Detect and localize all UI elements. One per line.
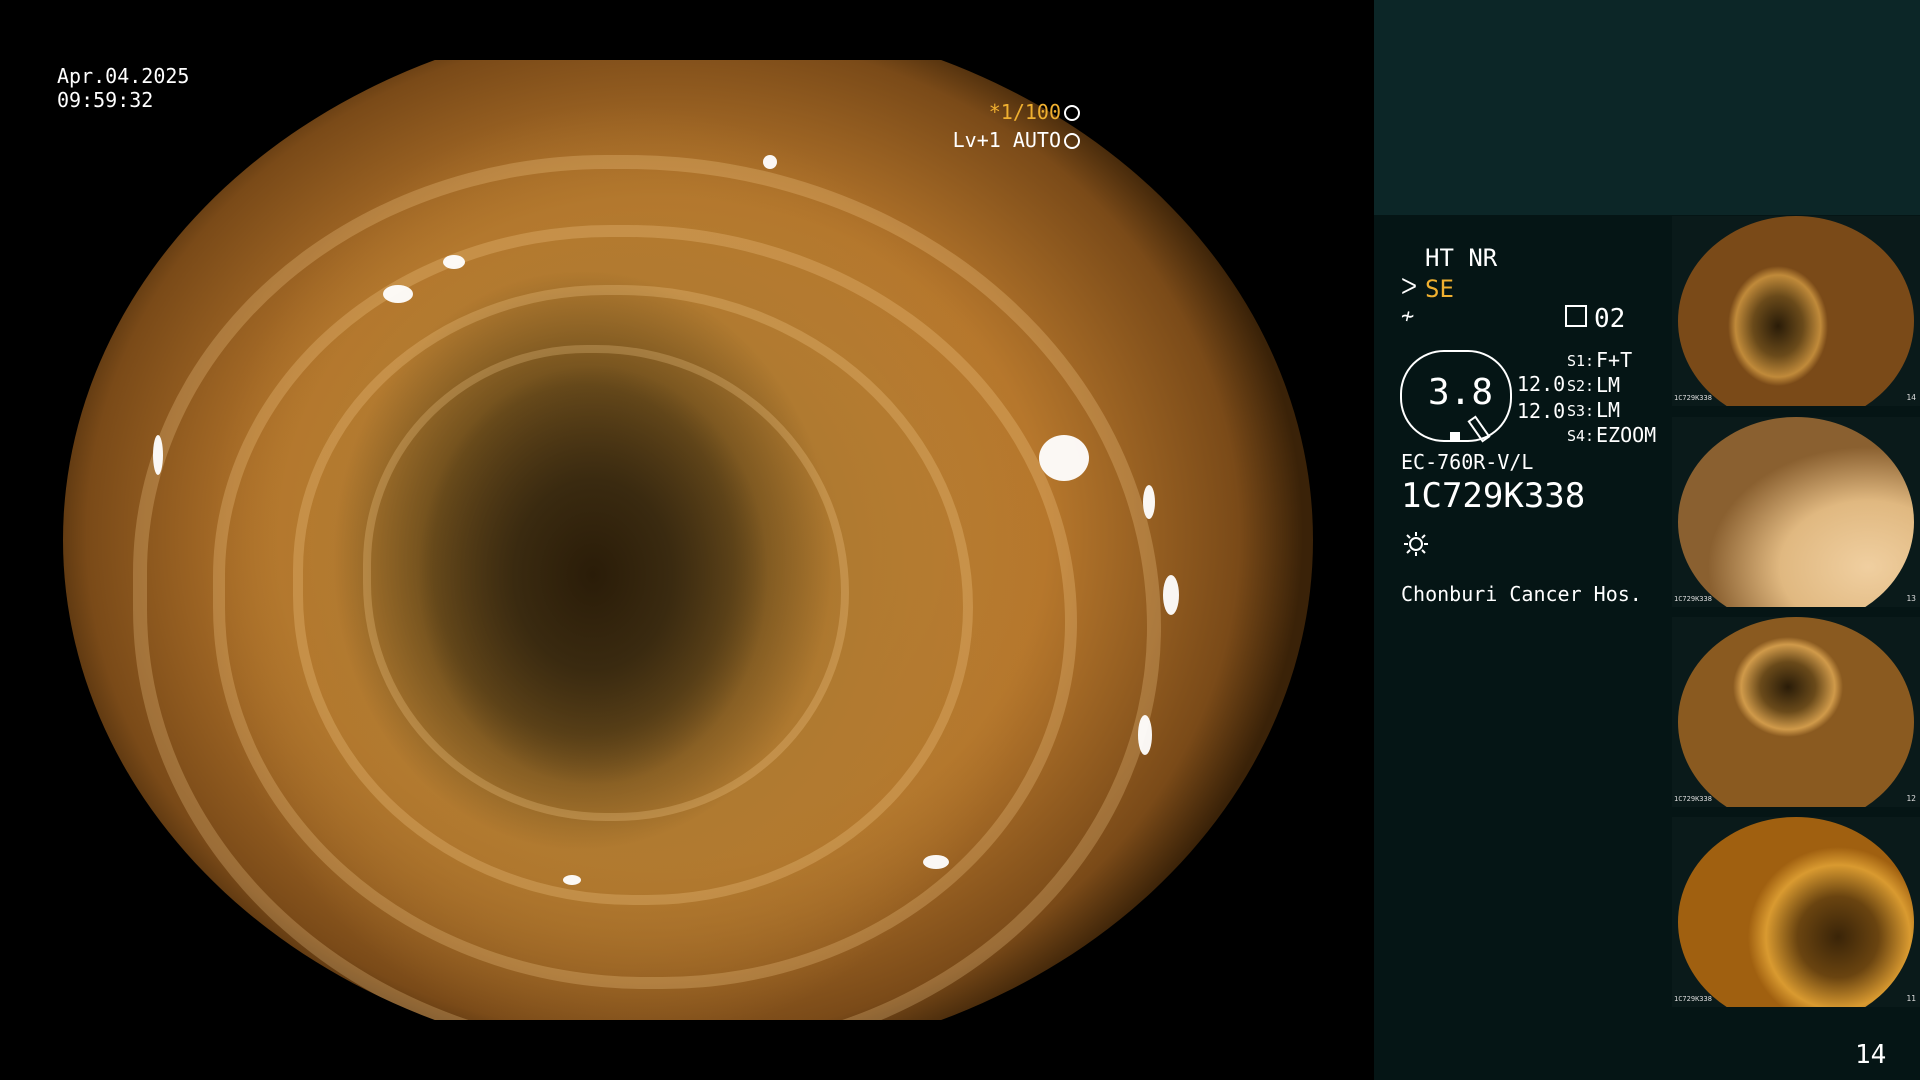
switch-value: LM (1596, 373, 1621, 397)
light-reflection (443, 255, 465, 269)
record-icon (1565, 305, 1587, 327)
light-reflection (1163, 575, 1179, 615)
thumbnail-number: 12 (1906, 794, 1916, 803)
endoscopy-image (63, 60, 1313, 1020)
page-number: 14 (1855, 1040, 1887, 1070)
time-readout: 09:59:32 (57, 88, 154, 112)
switch-value: EZOOM (1596, 423, 1657, 447)
thumbnail-serial: 1C729K338 (1674, 394, 1712, 402)
capture-thumbnail[interactable]: 1C729K338 12 (1672, 617, 1920, 807)
setting-value-2: 12.0 (1517, 399, 1566, 423)
switch-label: S1: (1567, 352, 1595, 370)
switch-value: F+T (1596, 348, 1633, 372)
switch-label: S2: (1567, 377, 1595, 395)
light-reflection (1039, 435, 1089, 481)
thumbnail-serial: 1C729K338 (1674, 795, 1712, 803)
light-reflection (763, 155, 777, 169)
thumbnail-serial: 1C729K338 (1674, 995, 1712, 1003)
enhance-label: SE (1425, 275, 1454, 303)
thumbnail-number: 11 (1906, 994, 1916, 1003)
setting-value-1: 12.0 (1517, 372, 1566, 396)
light-reflection (1143, 485, 1155, 519)
hospital-name: Chonburi Cancer Hos. (1401, 582, 1642, 606)
thumbnail-serial: 1C729K338 (1674, 595, 1712, 603)
aperture-icon (1064, 105, 1080, 121)
colon-lumen-view (63, 60, 1313, 1020)
shutter-readout: *1/100 (989, 100, 1080, 124)
shutter-value: *1/100 (988, 100, 1061, 124)
thumbnail-image (1678, 216, 1914, 406)
capture-thumbnail[interactable]: 1C729K338 13 (1672, 417, 1920, 607)
date-readout: Apr.04.2025 (57, 64, 190, 88)
light-reflection (563, 875, 581, 885)
freeze-icon: ≁ (1401, 304, 1415, 329)
thumbnail-number: 14 (1906, 393, 1916, 402)
switch-value: LM (1596, 398, 1621, 422)
scope-serial: 1C729K338 (1401, 476, 1586, 516)
thumbnail-image (1678, 617, 1914, 807)
record-count: 02 (1594, 304, 1626, 334)
light-icon (1404, 532, 1428, 556)
scope-model: EC-760R-V/L (1401, 450, 1534, 474)
zoom-value: 3.8 (1428, 372, 1494, 413)
light-reflection (923, 855, 949, 869)
top-info-panel (1374, 0, 1920, 215)
light-reflection (153, 435, 163, 475)
zoom-bar-icon (1450, 432, 1460, 440)
brightness-level-readout: Lv+1 AUTO (953, 128, 1080, 152)
light-reflection (1138, 715, 1152, 755)
light-reflection (383, 285, 413, 303)
level-value: Lv+1 AUTO (952, 128, 1061, 152)
switch-label: S3: (1567, 402, 1595, 420)
thumbnail-number: 13 (1906, 594, 1916, 603)
structure-enhance-icon: ᐳ (1401, 275, 1418, 300)
capture-thumbnail[interactable]: 1C729K338 11 (1672, 817, 1920, 1007)
iris-icon (1064, 133, 1080, 149)
switch-label: S4: (1567, 427, 1595, 445)
mode-label: HT NR (1425, 244, 1498, 272)
capture-thumbnail[interactable]: 1C729K338 14 (1672, 216, 1920, 406)
thumbnail-image (1678, 417, 1914, 607)
thumbnail-image (1678, 817, 1914, 1007)
